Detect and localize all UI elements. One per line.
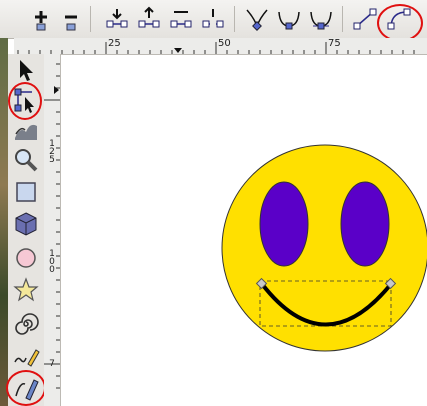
- smiley-face[interactable]: [221, 144, 427, 352]
- spiral-tool-icon[interactable]: [12, 310, 40, 338]
- ruler-ticks: [44, 63, 60, 389]
- star-tool-icon[interactable]: [12, 276, 40, 304]
- zoom-tool-icon[interactable]: [12, 146, 40, 174]
- rectangle-tool-icon[interactable]: [12, 178, 40, 206]
- ruler-label: 5: [49, 155, 55, 165]
- segment-line-icon[interactable]: [352, 6, 378, 32]
- desktop-background-strip: [0, 38, 8, 406]
- node-cusp-icon[interactable]: [244, 6, 270, 32]
- toolbox: [6, 54, 46, 406]
- tweak-tool-icon[interactable]: [12, 116, 40, 144]
- ruler-label: 75: [328, 38, 341, 49]
- ruler-label: 50: [218, 38, 231, 49]
- ruler-label: 0: [49, 265, 55, 275]
- delete-node-icon[interactable]: [58, 6, 84, 32]
- break-path-icon[interactable]: [136, 6, 162, 32]
- smiley-drawing: [221, 144, 427, 352]
- ellipse-tool-icon[interactable]: [12, 244, 40, 272]
- 3d-box-tool-icon[interactable]: [12, 210, 40, 238]
- highlight-circle: [377, 4, 423, 42]
- join-nodes-icon[interactable]: [104, 6, 130, 32]
- delete-segment-icon[interactable]: [200, 6, 226, 32]
- ruler-label: 7: [49, 359, 55, 369]
- vertical-ruler[interactable]: 1 2 5 1 0 0 7: [44, 54, 61, 406]
- node-tool-controls-bar: [0, 0, 427, 42]
- smiley-right-eye[interactable]: [340, 181, 390, 267]
- horizontal-ruler[interactable]: 25 50 75: [14, 38, 427, 55]
- node-symmetric-icon[interactable]: [308, 6, 334, 32]
- selector-tool-icon[interactable]: [12, 56, 40, 84]
- node-smooth-icon[interactable]: [276, 6, 302, 32]
- highlight-circle: [6, 370, 46, 406]
- drawing-canvas[interactable]: [61, 55, 427, 406]
- highlight-circle: [8, 82, 42, 120]
- ruler-label: 25: [108, 38, 121, 49]
- smiley-left-eye[interactable]: [259, 181, 309, 267]
- join-segment-icon[interactable]: [168, 6, 194, 32]
- add-node-icon[interactable]: [28, 6, 54, 32]
- pencil-tool-icon[interactable]: [12, 342, 40, 370]
